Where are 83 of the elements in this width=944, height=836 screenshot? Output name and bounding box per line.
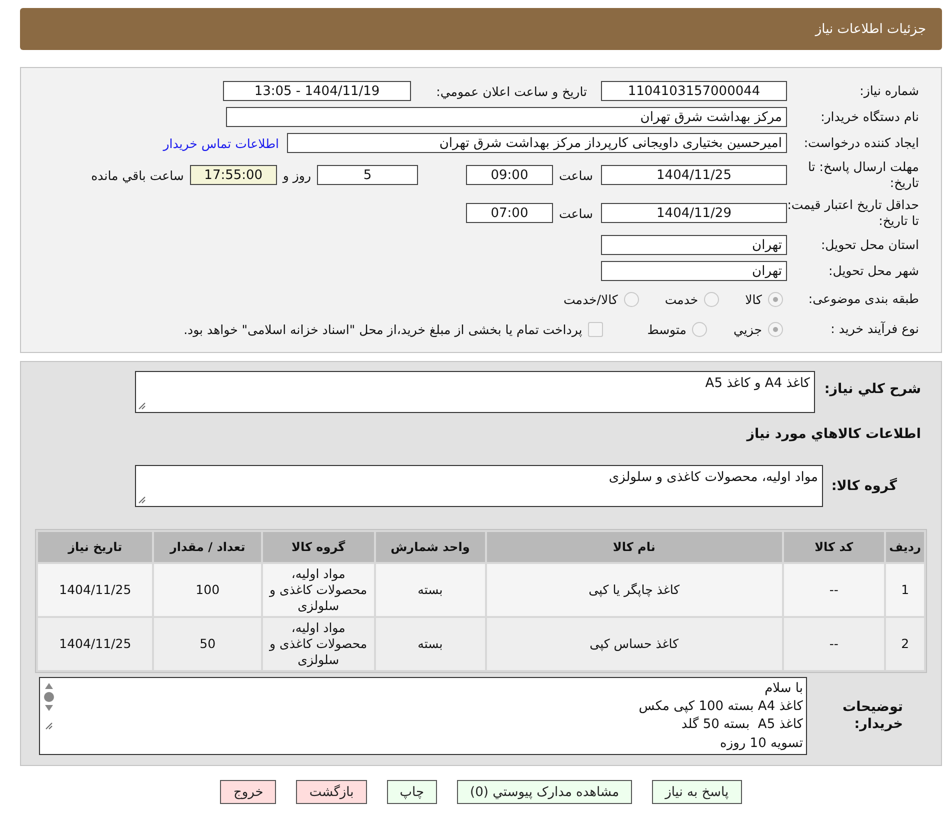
radio-label: کالا xyxy=(745,292,762,306)
goods-group-field[interactable]: مواد اولیه، محصولات کاغذی و سلولزی xyxy=(135,465,823,507)
radio-label: متوسط xyxy=(647,322,686,336)
table-cell: بسته xyxy=(376,618,485,670)
table-cell: 1 xyxy=(886,564,924,616)
table-cell: مواد اولیه، محصولات کاغذی و سلولزی xyxy=(262,564,374,616)
column-header: گروه کالا xyxy=(262,532,374,562)
note-line: تسویه 10 روزه xyxy=(719,734,803,753)
resize-grip-icon xyxy=(138,402,146,410)
field-label: استان محل تحویل: xyxy=(820,237,920,253)
field-label: روز و xyxy=(282,168,311,182)
radio-button[interactable] xyxy=(692,322,708,336)
column-header: ردیف xyxy=(886,532,924,562)
checkbox-label: پرداخت تمام یا بخشی از مبلغ خرید،از محل "اسناد خزانه اسلامی" خواهد بود. xyxy=(184,322,582,336)
radio-label: کالا/خدمت xyxy=(563,292,618,306)
column-header: نام کالا xyxy=(486,532,782,562)
action-button[interactable]: بازگشت xyxy=(296,780,367,804)
scroll-thumb[interactable] xyxy=(44,692,54,702)
field-label: شماره نیاز: xyxy=(858,83,920,99)
announce-date-field: 1404/11/19 - 13:05 xyxy=(223,81,411,101)
note-line: با سلام xyxy=(764,680,803,698)
table-cell: 1404/11/25 xyxy=(38,618,152,670)
scroll-down-icon[interactable] xyxy=(44,704,54,712)
table-cell: -- xyxy=(784,564,884,616)
remaining-time-field: 17:55:00 xyxy=(190,165,277,185)
field-label: ساعت باقي مانده xyxy=(91,168,184,182)
field-label: نوع فرآیند خرید : xyxy=(830,321,920,337)
time-field: 09:00 xyxy=(466,165,553,185)
table-cell: کاغذ حساس کپی xyxy=(486,618,782,670)
notes-field[interactable]: با سلام کاغذ A4 بسته 100 کپی مکس کاغذ A5 بسته 50 گلد تسویه 10 روزه xyxy=(39,677,807,755)
resize-grip-icon xyxy=(138,496,146,504)
radio-button[interactable] xyxy=(768,322,783,336)
city-field: تهران xyxy=(601,261,787,281)
scroll-up-icon[interactable] xyxy=(44,682,54,690)
field-label: مهلت ارسال پاسخ: تا تاریخ: xyxy=(807,159,920,191)
radio-label: جزيي xyxy=(733,322,762,336)
table-cell: -- xyxy=(784,618,884,670)
date-field: 1404/11/25 xyxy=(601,165,787,185)
radio-button[interactable] xyxy=(704,292,720,306)
field-label: حداقل تاریخ اعتبار قیمت: تا تاریخ: xyxy=(787,197,920,229)
time-field: 07:00 xyxy=(466,203,553,223)
table-cell: 1404/11/25 xyxy=(38,564,152,616)
table-cell: 100 xyxy=(154,564,261,616)
note-line: کاغذ A4 بسته 100 کپی مکس xyxy=(638,698,803,716)
description-field[interactable]: کاغذ A4 و کاغذ A5 xyxy=(135,371,815,413)
need-number-field: 1104103157000044 xyxy=(601,81,787,101)
field-label: تاريخ و ساعت اعلان عمومي: xyxy=(435,84,587,98)
date-field: 1404/11/29 xyxy=(601,203,787,223)
table-cell: کاغذ چاپگر یا کپی xyxy=(486,564,782,616)
table-cell: 50 xyxy=(154,618,261,670)
column-header: تاریخ نیاز xyxy=(38,532,152,562)
field-label: ساعت xyxy=(558,206,593,220)
field-label: طبقه بندی موضوعی: xyxy=(807,291,920,307)
section-heading: اطلاعات کالاهاي مورد نیاز xyxy=(746,426,922,442)
contact-link[interactable]: اطلاعات تماس خریدار xyxy=(163,136,279,150)
action-button[interactable]: چاپ xyxy=(386,780,437,804)
column-header: واحد شمارش xyxy=(376,532,485,562)
province-field: تهران xyxy=(601,235,787,255)
radio-button[interactable] xyxy=(768,292,783,306)
field-label: شهر محل تحویل: xyxy=(828,263,920,279)
column-header: کد کالا xyxy=(784,532,884,562)
action-button[interactable]: پاسخ به نیاز xyxy=(652,780,742,804)
radio-label: خدمت xyxy=(664,292,698,306)
radio-button[interactable] xyxy=(624,292,639,306)
field-label: نام دستگاه خریدار: xyxy=(820,109,920,125)
checkbox[interactable] xyxy=(588,322,604,336)
column-header: تعداد / مقدار xyxy=(154,532,261,562)
requester-field: امیرحسین بختیاری داویجانی کارپرداز مرکز بهداشت شرق تهران xyxy=(287,133,787,153)
table-cell: مواد اولیه، محصولات کاغذی و سلولزی xyxy=(262,618,374,670)
field-label: گروه کالا: xyxy=(830,478,898,494)
field-label: ایجاد کننده درخواست: xyxy=(802,135,920,151)
action-button[interactable]: مشاهده مدارک پیوستي (0) xyxy=(457,780,632,804)
action-button[interactable]: خروج xyxy=(220,780,276,804)
page-title: جزئیات اطلاعات نیاز xyxy=(815,22,926,36)
days-field: 5 xyxy=(316,165,418,185)
table-cell: 2 xyxy=(886,618,924,670)
note-line: کاغذ A5 بسته 50 گلد xyxy=(680,716,803,734)
field-label: شرح کلي نیاز: xyxy=(823,380,922,398)
buyer-field: مرکز بهداشت شرق تهران xyxy=(226,107,787,127)
field-label: توضیحات خریدار: xyxy=(842,698,904,733)
resize-grip-icon xyxy=(45,722,53,730)
field-label: ساعت xyxy=(558,168,593,182)
table-cell: بسته xyxy=(376,564,485,616)
